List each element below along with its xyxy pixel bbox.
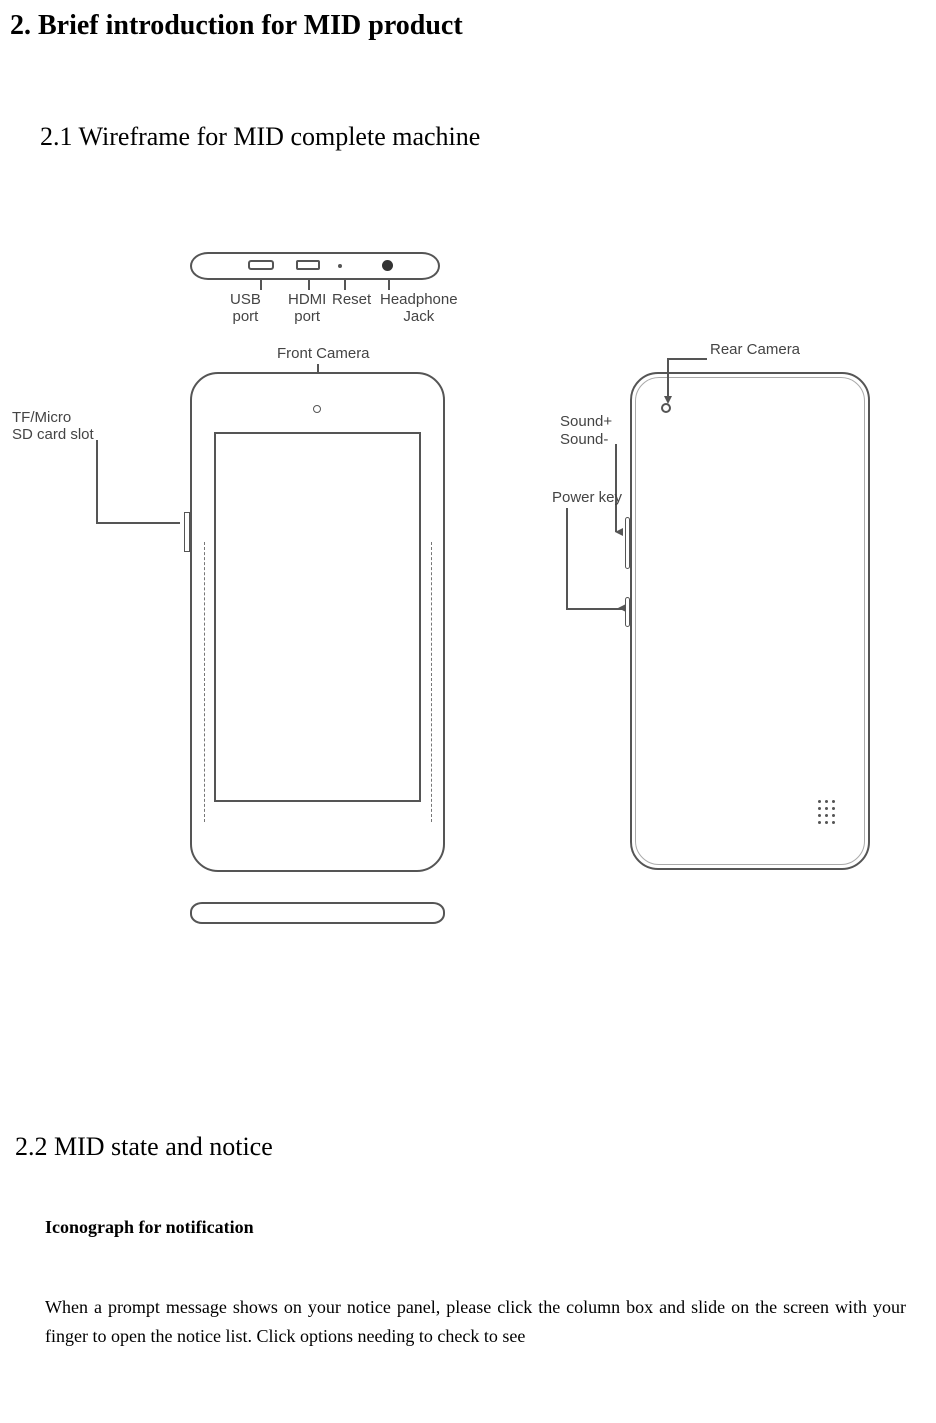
usb-label: USB port [230, 292, 261, 325]
subsection-2-2-heading: 2.2 MID state and notice [15, 1132, 926, 1162]
headphone-label: Headphone Jack [380, 292, 458, 325]
speaker-grille-icon [818, 800, 836, 825]
subsection-2-1-heading: 2.1 Wireframe for MID complete machine [40, 122, 926, 152]
section-heading: 2. Brief introduction for MID product [10, 10, 926, 42]
sound-minus-label: Sound- [560, 432, 608, 449]
sound-plus-label: Sound+ [560, 414, 612, 431]
rear-camera-icon [661, 403, 671, 413]
usb-port-icon [248, 260, 274, 270]
front-camera-icon [313, 405, 321, 413]
reset-hole-icon [338, 264, 342, 268]
volume-button-icon [625, 517, 630, 569]
notice-paragraph: When a prompt message shows on your noti… [45, 1293, 906, 1351]
diagram-bottom-edge [190, 902, 445, 924]
sd-card-slot-icon [184, 512, 190, 552]
wireframe-diagram: USB port HDMI port Reset Headphone Jack … [10, 252, 910, 952]
diagram-top-edge [190, 252, 440, 292]
hdmi-label: HDMI port [288, 292, 326, 325]
hdmi-port-icon [296, 260, 320, 270]
diagram-front-view [190, 372, 445, 872]
iconograph-subheading: Iconograph for notification [45, 1217, 926, 1238]
sd-slot-label: TF/Micro SD card slot [12, 410, 94, 443]
power-button-icon [625, 597, 630, 627]
diagram-back-view [630, 372, 870, 870]
power-key-label: Power key [552, 490, 622, 507]
front-camera-label: Front Camera [277, 346, 370, 363]
rear-camera-label: Rear Camera [710, 342, 800, 359]
reset-label: Reset [332, 292, 371, 309]
headphone-jack-icon [382, 260, 393, 271]
